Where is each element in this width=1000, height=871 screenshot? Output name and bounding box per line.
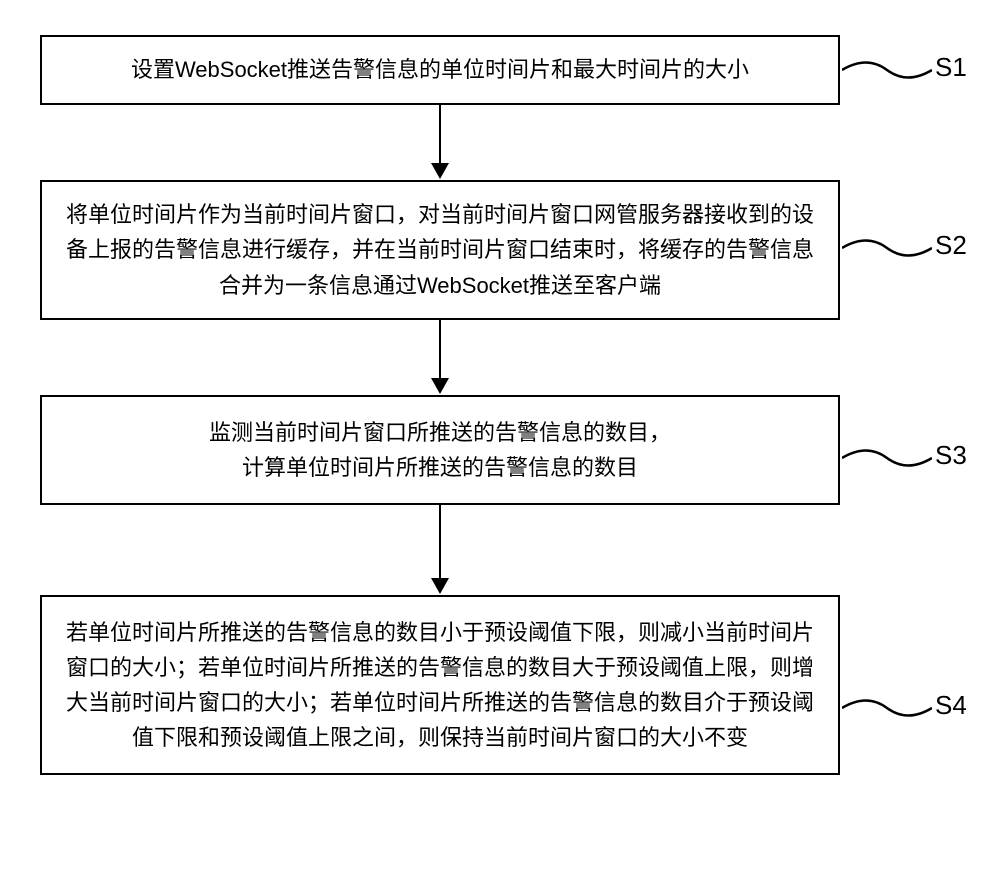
connector-curve-s4 <box>842 693 932 723</box>
step-text-s4: 若单位时间片所推送的告警信息的数目小于预设阈值下限，则减小当前时间片窗口的大小；… <box>62 615 818 756</box>
connector-curve-s2 <box>842 233 932 263</box>
step-box-s1: 设置WebSocket推送告警信息的单位时间片和最大时间片的大小 <box>40 35 840 105</box>
arrow-line <box>439 320 441 380</box>
step-label-s3: S3 <box>935 440 967 471</box>
arrow-s1-s2 <box>40 105 840 180</box>
step-label-s4: S4 <box>935 690 967 721</box>
step-text-s3: 监测当前时间片窗口所推送的告警信息的数目， 计算单位时间片所推送的告警信息的数目 <box>209 415 671 485</box>
arrow-head <box>431 378 449 394</box>
connector-curve-s1 <box>842 55 932 85</box>
connector-curve-s3 <box>842 443 932 473</box>
arrow-line <box>439 505 441 580</box>
step-box-s3: 监测当前时间片窗口所推送的告警信息的数目， 计算单位时间片所推送的告警信息的数目 <box>40 395 840 505</box>
step-label-s1: S1 <box>935 52 967 83</box>
step-label-s2: S2 <box>935 230 967 261</box>
step-text-s2: 将单位时间片作为当前时间片窗口，对当前时间片窗口网管服务器接收到的设备上报的告警… <box>62 197 818 303</box>
arrow-s2-s3 <box>40 320 840 395</box>
flowchart-container: 设置WebSocket推送告警信息的单位时间片和最大时间片的大小 将单位时间片作… <box>40 35 960 775</box>
arrow-head <box>431 163 449 179</box>
arrow-head <box>431 578 449 594</box>
step-box-s4: 若单位时间片所推送的告警信息的数目小于预设阈值下限，则减小当前时间片窗口的大小；… <box>40 595 840 775</box>
arrow-s3-s4 <box>40 505 840 595</box>
step-box-s2: 将单位时间片作为当前时间片窗口，对当前时间片窗口网管服务器接收到的设备上报的告警… <box>40 180 840 320</box>
arrow-line <box>439 105 441 165</box>
step-text-s1: 设置WebSocket推送告警信息的单位时间片和最大时间片的大小 <box>131 52 749 87</box>
